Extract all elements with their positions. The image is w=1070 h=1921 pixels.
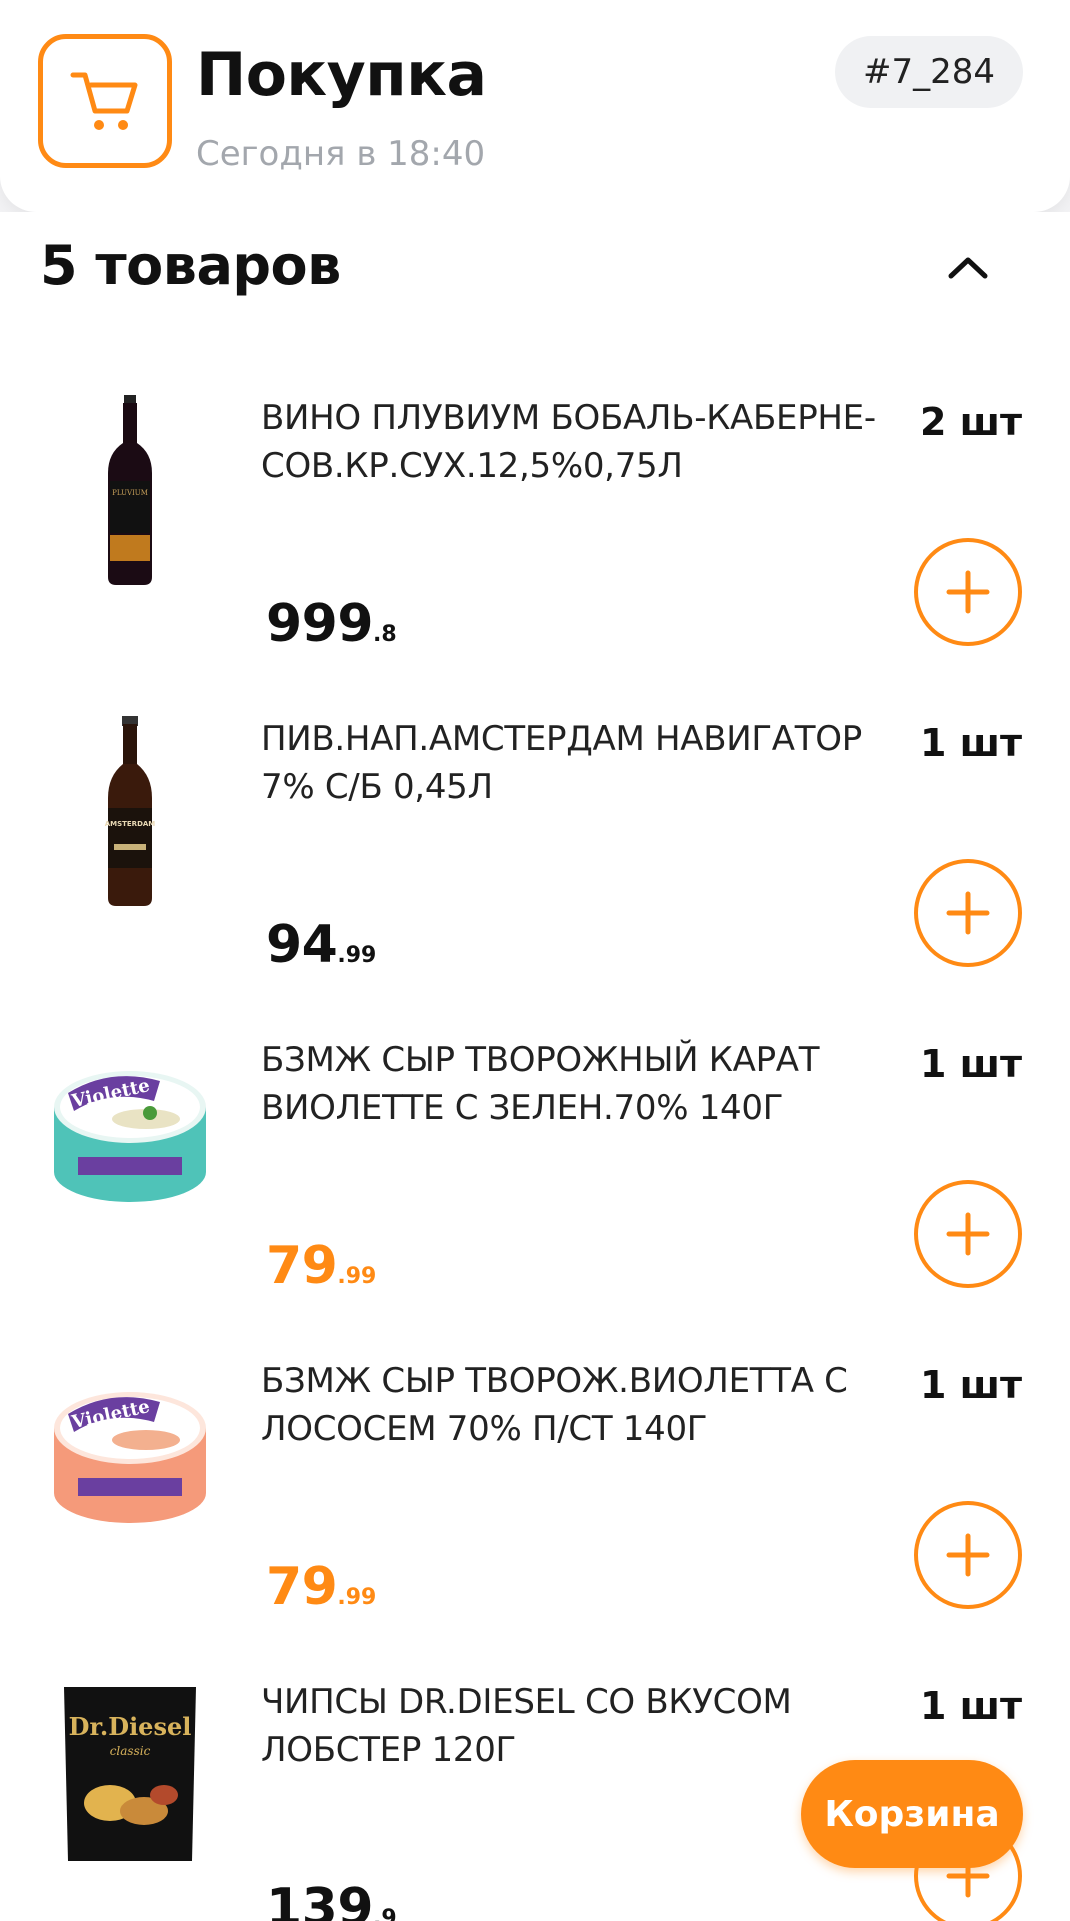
product-price: 79.99: [266, 1236, 376, 1296]
price-integer: 79: [266, 1236, 338, 1296]
product-name: ВИНО ПЛУВИУМ БОБАЛЬ-КАБЕРНЕ-СОВ.КР.СУХ.1…: [261, 398, 876, 486]
svg-text:AMSTERDAM: AMSTERDAM: [105, 820, 156, 828]
product-quantity: 2 шт: [919, 400, 1022, 444]
list-item: Violette БЗМЖ СЫР ТВОРОЖ.ВИОЛЕТТА С ЛОСО…: [0, 1335, 1070, 1655]
chevron-up-icon[interactable]: [945, 252, 991, 282]
price-integer: 94: [266, 915, 338, 975]
svg-text:Dr.Diesel: Dr.Diesel: [69, 1712, 192, 1741]
list-item: PLUVIUM ВИНО ПЛУВИУМ БОБАЛЬ-КАБЕРНЕ-СОВ.…: [0, 372, 1070, 692]
shopping-cart-icon: [38, 34, 172, 168]
add-to-cart-button[interactable]: [914, 1501, 1022, 1609]
order-number-badge: #7_284: [835, 36, 1023, 108]
items-count-heading: 5 товаров: [40, 234, 341, 297]
product-quantity: 1 шт: [919, 1042, 1022, 1086]
price-integer: 139: [266, 1878, 374, 1921]
product-name: БЗМЖ СЫР ТВОРОЖ.ВИОЛЕТТА С ЛОСОСЕМ 70% П…: [261, 1361, 848, 1449]
product-quantity: 1 шт: [919, 1363, 1022, 1407]
add-to-cart-button[interactable]: [914, 538, 1022, 646]
product-image-beer: AMSTERDAM: [40, 711, 220, 911]
product-name: ПИВ.НАП.АМСТЕРДАМ НАВИГАТОР 7% С/Б 0,45Л: [261, 719, 862, 807]
list-item: AMSTERDAM ПИВ.НАП.АМСТЕРДАМ НАВИГАТОР 7%…: [0, 693, 1070, 1013]
product-price: 139.9: [266, 1878, 397, 1921]
price-integer: 79: [266, 1557, 338, 1617]
product-image-wine: PLUVIUM: [40, 390, 220, 590]
add-to-cart-button[interactable]: [914, 1180, 1022, 1288]
svg-text:PLUVIUM: PLUVIUM: [112, 489, 148, 497]
product-price: 94.99: [266, 915, 376, 975]
price-fraction: .8: [373, 622, 397, 647]
product-image-cheese-green: Violette: [40, 1032, 220, 1232]
price-fraction: .99: [337, 1264, 377, 1289]
product-price: 79.99: [266, 1557, 376, 1617]
plus-icon: [946, 1212, 990, 1256]
items-section: 5 товаров PLUVIUM ВИНО ПЛУВИУМ БОБАЛЬ-КА…: [0, 212, 1070, 1921]
price-fraction: .9: [373, 1906, 397, 1921]
page-title: Покупка: [196, 40, 487, 110]
price-fraction: .99: [337, 1585, 377, 1610]
plus-icon: [946, 570, 990, 614]
product-image-chips: Dr.Diesel classic: [40, 1674, 220, 1874]
price-fraction: .99: [337, 943, 377, 968]
product-name: ЧИПСЫ DR.DIESEL СО ВКУСОМ ЛОБСТЕР 120Г: [261, 1682, 792, 1770]
purchase-date: Сегодня в 18:40: [196, 134, 486, 174]
product-quantity: 1 шт: [919, 1684, 1022, 1728]
add-to-cart-button[interactable]: [914, 859, 1022, 967]
svg-text:classic: classic: [110, 1744, 151, 1758]
plus-icon: [946, 1533, 990, 1577]
purchase-header: Покупка Сегодня в 18:40 #7_284: [0, 0, 1070, 212]
product-image-cheese-salmon: Violette: [40, 1353, 220, 1553]
product-quantity: 1 шт: [919, 721, 1022, 765]
product-price: 999.8: [266, 594, 397, 654]
plus-icon: [946, 891, 990, 935]
list-item: Violette БЗМЖ СЫР ТВОРОЖНЫЙ КАРАТ ВИОЛЕТ…: [0, 1014, 1070, 1334]
cart-button[interactable]: Корзина: [801, 1760, 1023, 1868]
price-integer: 999: [266, 594, 374, 654]
product-name: БЗМЖ СЫР ТВОРОЖНЫЙ КАРАТ ВИОЛЕТТЕ С ЗЕЛЕ…: [261, 1040, 820, 1128]
